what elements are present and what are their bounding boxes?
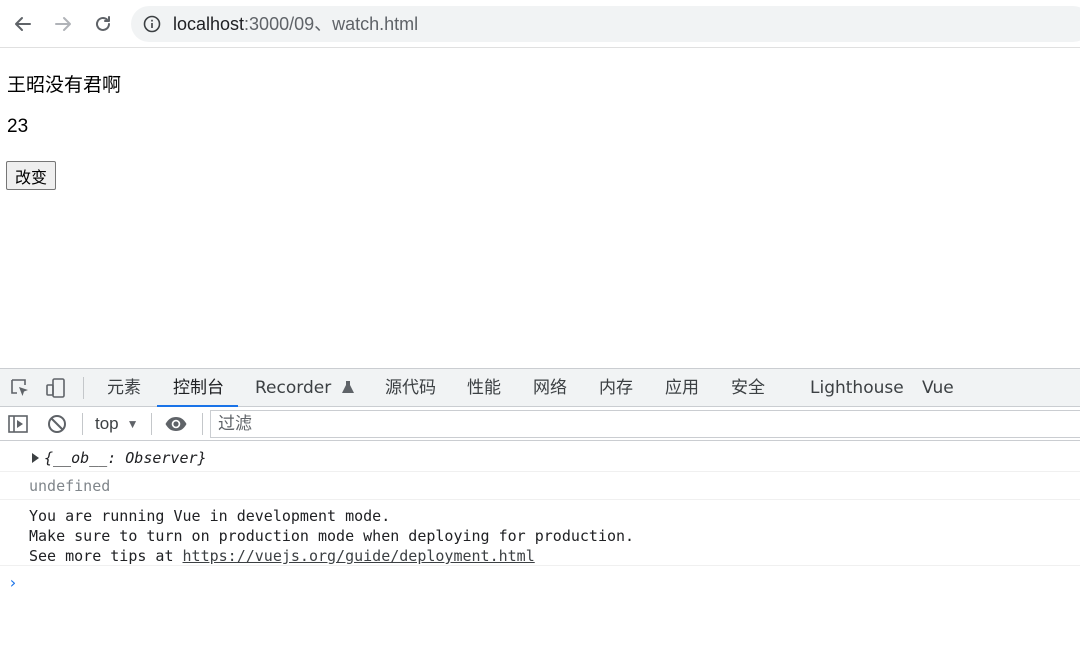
tab-elements[interactable]: 元素: [107, 369, 141, 407]
inspect-element-button[interactable]: [8, 376, 32, 400]
live-expression-button[interactable]: [163, 413, 189, 435]
tab-lighthouse[interactable]: Lighthouse: [810, 369, 904, 407]
tab-application[interactable]: 应用: [665, 369, 699, 407]
tab-console[interactable]: 控制台: [157, 369, 238, 408]
url-path: :3000/09、watch.html: [244, 14, 419, 34]
tabbar-separator: [83, 377, 84, 399]
caret-down-icon: ▼: [126, 417, 139, 431]
devtools-tabbar: 元素 控制台 Recorder 源代码 性能 网络 内存 应用 安全 Light…: [0, 369, 1080, 408]
back-button[interactable]: [8, 9, 38, 39]
filterbar-separator: [151, 413, 152, 435]
device-toolbar-button[interactable]: [44, 376, 68, 400]
inspect-cursor-icon: [11, 379, 28, 396]
context-selector[interactable]: top ▼: [95, 413, 139, 435]
page-content: 王昭没有君啊 23 改变: [0, 48, 1080, 368]
arrow-left-icon: [15, 17, 31, 31]
age-paragraph: 23: [7, 116, 29, 137]
expand-triangle-icon[interactable]: [32, 453, 39, 463]
reload-icon: [96, 16, 110, 31]
browser-toolbar: localhost:3000/09、watch.html: [0, 0, 1080, 48]
console-message: {__ob__: Observer}: [0, 443, 1080, 472]
tab-network[interactable]: 网络: [533, 369, 567, 407]
arrow-right-icon: [55, 17, 71, 31]
filterbar-separator: [202, 413, 203, 435]
reload-button[interactable]: [88, 9, 118, 39]
filter-input[interactable]: 过滤: [210, 410, 1080, 438]
tab-performance[interactable]: 性能: [467, 369, 501, 407]
vue-dev-notice: You are running Vue in development mode.…: [29, 506, 634, 566]
notice-line-3-prefix: See more tips at: [29, 547, 183, 565]
notice-line-2: Make sure to turn on production mode whe…: [29, 527, 635, 545]
context-selector-value: top: [95, 414, 119, 433]
tab-sources[interactable]: 源代码: [385, 369, 436, 407]
tab-vue[interactable]: Vue: [922, 369, 954, 407]
tab-security[interactable]: 安全: [731, 369, 765, 407]
tab-recorder[interactable]: Recorder: [255, 369, 355, 407]
sidebar-toggle-button[interactable]: [7, 413, 29, 435]
tab-memory[interactable]: 内存: [599, 369, 633, 407]
eye-icon: [165, 417, 187, 431]
devtools-panel: 元素 控制台 Recorder 源代码 性能 网络 内存 应用 安全 Light…: [0, 368, 1080, 650]
flask-icon: [341, 381, 354, 393]
name-paragraph: 王昭没有君啊: [7, 74, 122, 96]
url-host: localhost: [173, 14, 245, 34]
clear-console-button[interactable]: [46, 413, 68, 435]
console-message: You are running Vue in development mode.…: [0, 500, 1080, 566]
undefined-result: undefined: [29, 477, 111, 495]
console-filterbar: top ▼ 过滤: [0, 407, 1080, 441]
info-icon[interactable]: [143, 15, 161, 33]
address-bar[interactable]: localhost:3000/09、watch.html: [131, 6, 1080, 42]
change-button[interactable]: 改变: [6, 161, 57, 190]
device-mobile-icon: [46, 378, 65, 398]
filterbar-separator: [82, 413, 83, 435]
notice-line-1: You are running Vue in development mode.: [29, 507, 391, 525]
object-preview[interactable]: {__ob__: Observer}: [44, 449, 207, 467]
url-text: localhost:3000/09、watch.html: [173, 14, 418, 34]
console-prompt-chevron-icon[interactable]: ›: [8, 573, 18, 592]
block-icon: [48, 415, 66, 433]
console-messages: {__ob__: Observer} undefined You are run…: [0, 443, 1080, 592]
console-message: undefined: [0, 472, 1080, 500]
deployment-guide-link[interactable]: https://vuejs.org/guide/deployment.html: [183, 547, 535, 565]
tab-recorder-label: Recorder: [255, 378, 332, 398]
sidebar-play-icon: [8, 415, 28, 433]
forward-button[interactable]: [48, 9, 78, 39]
